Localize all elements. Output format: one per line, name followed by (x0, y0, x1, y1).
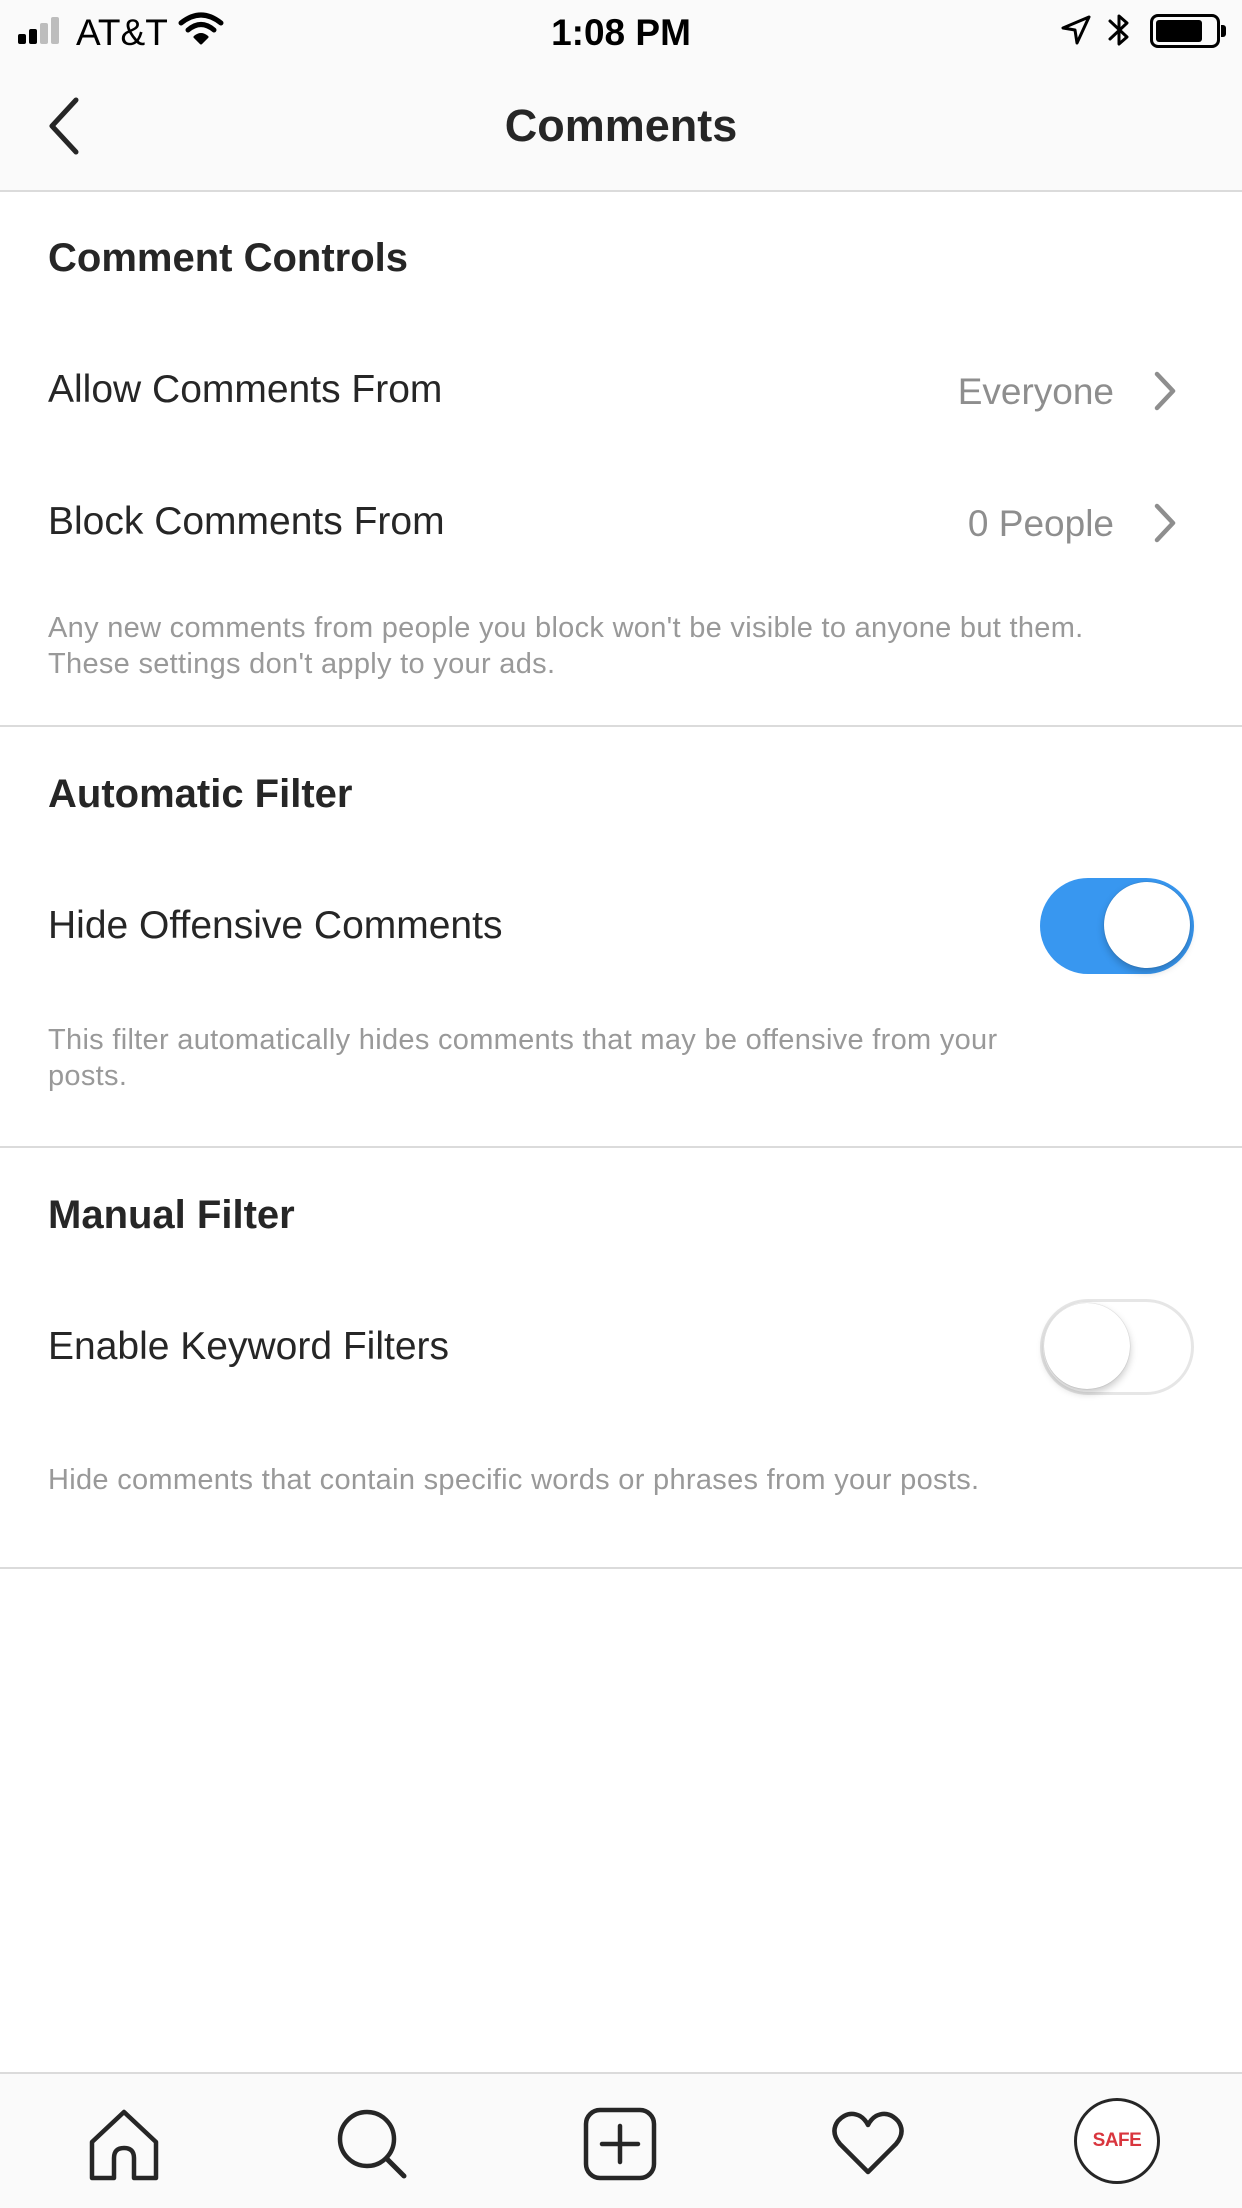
status-time: 1:08 PM (551, 12, 691, 53)
tab-search[interactable] (332, 2104, 412, 2184)
heart-icon (832, 2111, 904, 2175)
allow-comments-from-value: Everyone (957, 371, 1114, 412)
description-line: Any new comments from people you block w… (48, 612, 1084, 644)
tab-profile[interactable]: SAFE (1074, 2098, 1160, 2184)
bluetooth-icon (1108, 14, 1129, 46)
chevron-right-icon (1154, 503, 1176, 543)
tab-home[interactable] (84, 2104, 164, 2184)
allow-comments-from-row[interactable]: Allow Comments From Everyone (0, 336, 1242, 446)
allow-comments-from-label: Allow Comments From (48, 368, 443, 411)
add-post-icon (583, 2107, 657, 2181)
profile-avatar: SAFE (1081, 2105, 1153, 2177)
section-divider (0, 725, 1242, 727)
enable-keyword-filters-label: Enable Keyword Filters (48, 1325, 450, 1368)
search-icon (337, 2109, 407, 2179)
navigation-header: Comments (0, 60, 1242, 192)
manual-filter-description: Hide comments that contain specific word… (48, 1464, 980, 1496)
block-comments-from-label: Block Comments From (48, 500, 445, 543)
tab-new-post[interactable] (580, 2104, 660, 2184)
chevron-right-icon (1154, 371, 1176, 411)
avatar-text: SAFE (1092, 2130, 1142, 2151)
hide-offensive-comments-toggle[interactable] (1040, 878, 1194, 974)
location-arrow-icon (1061, 15, 1091, 45)
block-comments-from-row[interactable]: Block Comments From 0 People (0, 468, 1242, 578)
toggle-knob (1044, 1303, 1130, 1389)
battery-icon (1150, 14, 1226, 48)
automatic-filter-heading: Automatic Filter (48, 772, 353, 816)
enable-keyword-filters-toggle[interactable] (1040, 1299, 1194, 1395)
status-bar: AT&T 1:08 PM (0, 0, 1242, 60)
description-line: posts. (48, 1060, 128, 1092)
block-comments-from-value: 0 People (967, 503, 1114, 544)
hide-offensive-comments-label: Hide Offensive Comments (48, 904, 503, 947)
comment-controls-description: Any new comments from people you block w… (48, 610, 1208, 682)
description-line: This filter automatically hides comments… (48, 1024, 998, 1056)
bottom-tab-bar: SAFE (0, 2072, 1242, 2208)
page-title: Comments (504, 100, 738, 151)
comments-settings-screen: AT&T 1:08 PM Comments Comment Controls A… (0, 0, 1242, 2208)
section-divider (0, 1567, 1242, 1569)
manual-filter-heading: Manual Filter (48, 1193, 295, 1237)
home-icon (89, 2109, 159, 2181)
comment-controls-heading: Comment Controls (48, 236, 408, 280)
tab-activity[interactable] (828, 2104, 908, 2184)
automatic-filter-description: This filter automatically hides comments… (48, 1022, 1208, 1094)
section-divider (0, 1146, 1242, 1148)
toggle-knob (1104, 882, 1190, 968)
description-line: These settings don't apply to your ads. (48, 648, 556, 680)
